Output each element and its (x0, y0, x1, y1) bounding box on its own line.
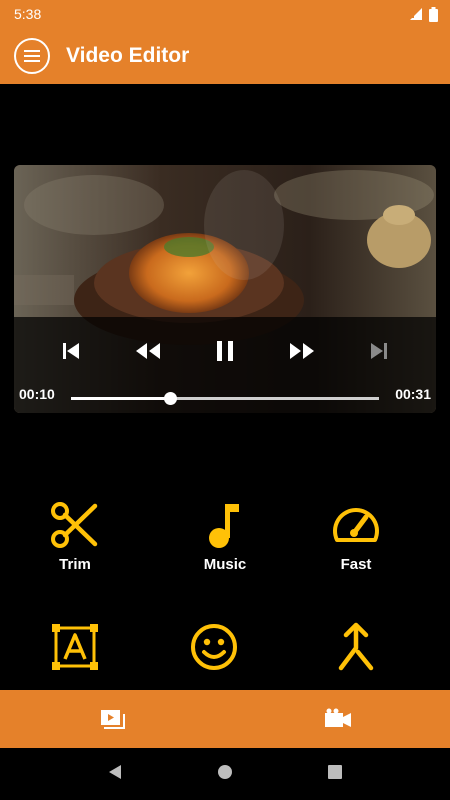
tool-fast[interactable]: Fast (281, 500, 431, 573)
back-button[interactable] (106, 763, 124, 786)
app-bar: Video Editor (0, 28, 450, 84)
skip-next-button[interactable] (368, 340, 390, 362)
status-time: 5:38 (14, 6, 42, 22)
status-bar: 5:38 (0, 0, 450, 28)
tool-label-fast: Fast (340, 556, 372, 573)
video-library-icon (100, 710, 125, 729)
home-icon (218, 764, 232, 779)
recents-button[interactable] (326, 763, 344, 786)
emoji-icon (191, 624, 237, 670)
recents-icon (328, 764, 342, 779)
music-note-icon (209, 504, 239, 548)
merge-icon (338, 622, 374, 671)
duration: 00:31 (395, 386, 431, 402)
tool-music[interactable]: Music (150, 500, 300, 573)
status-icons (409, 6, 438, 22)
back-icon (109, 764, 121, 779)
tool-trim[interactable]: Trim (0, 500, 150, 573)
tool-text[interactable] (0, 622, 150, 672)
bottom-tab-bar (0, 690, 450, 748)
menu-button[interactable] (14, 38, 50, 74)
video-player[interactable]: 00:10 00:31 (14, 165, 436, 413)
text-box-icon (52, 624, 98, 670)
signal-icon (410, 8, 422, 20)
player-controls: 00:10 00:31 (14, 317, 436, 413)
tool-label-music: Music (203, 556, 247, 573)
app-title: Video Editor (66, 44, 190, 67)
tab-video-library[interactable] (0, 690, 225, 748)
tab-video-camera[interactable] (225, 690, 450, 748)
rewind-button[interactable] (134, 340, 162, 362)
video-camera-icon (324, 708, 351, 727)
current-time: 00:10 (19, 386, 55, 402)
menu-icon (24, 50, 40, 62)
seek-bar[interactable] (71, 392, 379, 405)
skip-next-icon (371, 343, 387, 359)
rewind-icon (136, 343, 160, 359)
speedometer-icon (333, 508, 379, 542)
tool-label-trim: Trim (59, 556, 91, 573)
scissors-icon (51, 502, 98, 548)
seek-thumb[interactable] (163, 392, 177, 405)
pause-icon (217, 341, 233, 361)
tool-emoji[interactable] (139, 622, 289, 672)
fast-forward-icon (290, 343, 314, 359)
skip-previous-icon (63, 343, 79, 359)
skip-previous-button[interactable] (60, 340, 82, 362)
battery-icon (429, 6, 438, 22)
fast-forward-button[interactable] (288, 340, 316, 362)
system-nav-bar (0, 748, 450, 800)
tool-merge[interactable] (281, 622, 431, 672)
seek-progress (71, 397, 170, 400)
pause-button[interactable] (214, 339, 236, 363)
home-button[interactable] (216, 763, 234, 786)
